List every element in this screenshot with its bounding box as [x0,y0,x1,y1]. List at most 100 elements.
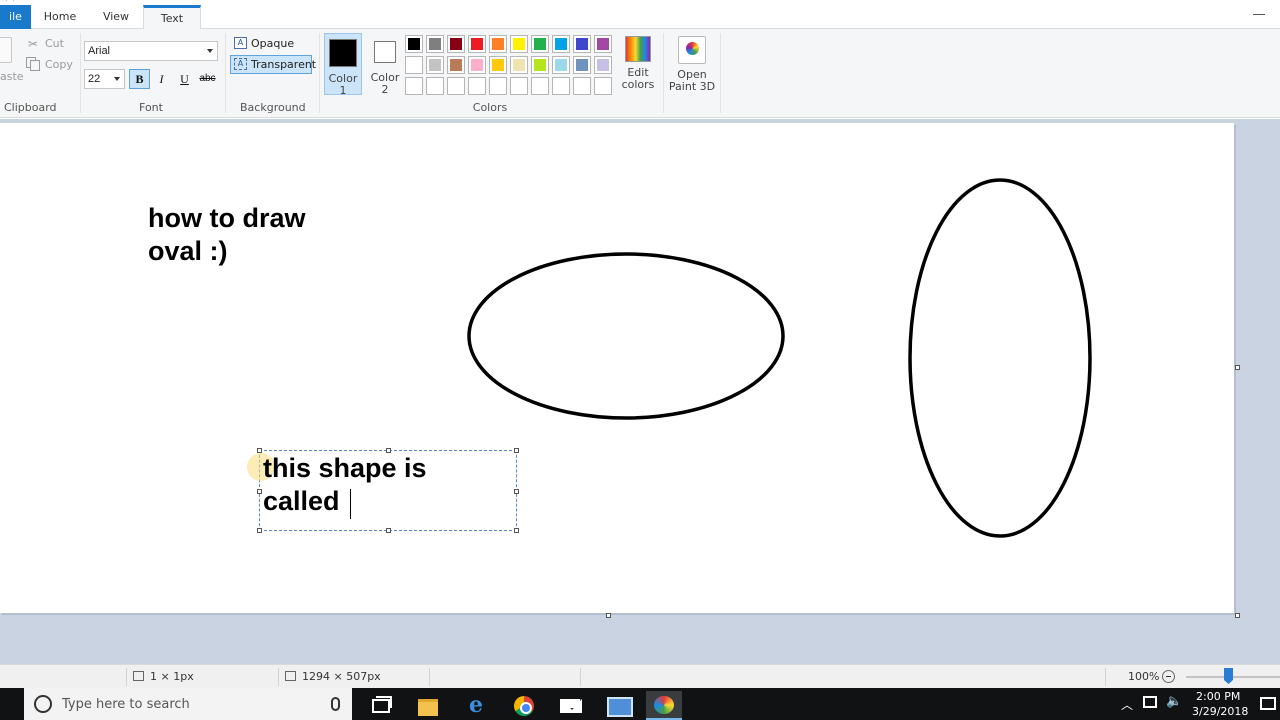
palette-color-swatch[interactable] [594,77,612,95]
resize-handle[interactable] [514,489,519,494]
opaque-button[interactable]: A Opaque [230,34,312,53]
zoom-out-button[interactable] [1162,670,1175,683]
palette-color-swatch[interactable] [510,77,528,95]
canvas-resize-handle-corner[interactable] [1235,613,1240,618]
palette-color-fill [429,80,441,92]
italic-button[interactable]: I [151,69,172,89]
transparent-button[interactable]: A Transparent [230,55,316,74]
palette-color-swatch[interactable] [426,35,444,53]
palette-color-fill [429,38,441,50]
zoom-slider-thumb[interactable] [1224,668,1233,684]
palette-color-fill [471,80,483,92]
action-center-icon[interactable] [1260,697,1276,710]
open-paint-3d-button[interactable]: Open Paint 3D [668,33,716,95]
horizontal-oval[interactable] [467,252,785,420]
resize-handle[interactable] [386,448,391,453]
underline-button[interactable]: U [174,69,195,89]
palette-color-swatch[interactable] [531,77,549,95]
paste-icon[interactable] [0,37,12,63]
palette-color-swatch[interactable] [594,56,612,74]
show-hidden-icons-icon[interactable]: ︿ [1121,696,1133,713]
volume-icon[interactable]: 🔈 [1166,694,1182,709]
group-divider [80,33,81,113]
drawing-canvas[interactable]: how to draw oval :) this shape is called [0,123,1234,613]
file-explorer-icon[interactable] [410,691,446,720]
copy-button[interactable]: Copy [45,58,73,71]
resize-handle[interactable] [257,489,262,494]
palette-color-fill [534,38,546,50]
color-2-button[interactable]: Color 2 [366,33,404,96]
palette-color-swatch[interactable] [468,35,486,53]
palette-color-swatch[interactable] [405,77,423,95]
palette-color-swatch[interactable] [552,77,570,95]
palette-color-swatch[interactable] [489,77,507,95]
palette-color-swatch[interactable] [510,56,528,74]
palette-color-swatch[interactable] [552,35,570,53]
cortana-icon[interactable] [34,695,52,713]
minimize-ribbon-button[interactable] [1252,6,1266,20]
tab-file[interactable]: ile [0,5,31,29]
resize-handle[interactable] [514,448,519,453]
clock-date[interactable]: 3/29/2018 [1192,705,1248,718]
font-size-select[interactable]: 22 [84,69,125,89]
edge-icon[interactable]: e [458,691,494,720]
palette-color-swatch[interactable] [573,35,591,53]
paint-window: ▾ ▾ ile Home View Text aste ✂ Cut Copy C… [0,0,1280,720]
palette-color-fill [450,80,462,92]
palette-color-swatch[interactable] [573,56,591,74]
canvas-size: 1294 × 507px [285,670,381,683]
palette-color-swatch[interactable] [489,56,507,74]
color-1-button[interactable]: Color 1 [324,33,362,97]
task-view-icon[interactable] [364,691,400,720]
bold-button[interactable]: B [129,69,150,89]
mail-icon[interactable] [553,691,589,720]
cut-button[interactable]: Cut [45,37,64,50]
tab-view[interactable]: View [89,5,143,29]
palette-color-swatch[interactable] [552,56,570,74]
palette-color-swatch[interactable] [531,56,549,74]
palette-color-swatch[interactable] [447,56,465,74]
tab-text[interactable]: Text [143,5,201,30]
edit-colors-button[interactable]: Edit colors [620,33,656,95]
canvas-heading-line-2: oval :) [148,236,228,266]
palette-color-swatch[interactable] [531,35,549,53]
palette-color-swatch[interactable] [447,77,465,95]
taskbar-search[interactable]: Type here to search [24,688,352,720]
palette-color-swatch[interactable] [489,35,507,53]
microphone-icon[interactable] [331,697,340,711]
tab-home[interactable]: Home [31,5,89,29]
zoom-slider[interactable] [1186,676,1280,678]
paste-button[interactable]: aste [0,70,24,83]
palette-color-fill [429,59,441,71]
text-box[interactable]: this shape is called [247,448,519,533]
palette-color-swatch[interactable] [468,77,486,95]
text-caret [350,489,351,519]
palette-color-swatch[interactable] [426,56,444,74]
palette-color-swatch[interactable] [468,56,486,74]
canvas-resize-handle-right[interactable] [1235,365,1240,370]
clock-time[interactable]: 2:00 PM [1196,690,1240,703]
resize-handle[interactable] [257,528,262,533]
palette-color-swatch[interactable] [405,56,423,74]
strikethrough-button[interactable]: abc [197,69,218,89]
selection-icon [133,671,144,681]
resize-handle[interactable] [386,528,391,533]
text-box-line-2: called [263,486,340,516]
palette-color-swatch[interactable] [447,35,465,53]
resize-handle[interactable] [514,528,519,533]
palette-color-swatch[interactable] [510,35,528,53]
paint-3d-label-line2: Paint 3D [668,80,716,93]
quick-access-toolbar[interactable]: ▾ ▾ [4,0,40,4]
remote-desktop-icon[interactable] [600,691,636,720]
chrome-icon[interactable] [506,691,542,720]
palette-color-swatch[interactable] [426,77,444,95]
palette-color-swatch[interactable] [573,77,591,95]
canvas-resize-handle-bottom[interactable] [606,613,611,618]
palette-color-swatch[interactable] [594,35,612,53]
vertical-oval[interactable] [908,178,1092,538]
resize-handle[interactable] [257,448,262,453]
font-family-select[interactable]: Arial [84,41,218,61]
palette-color-swatch[interactable] [405,35,423,53]
network-icon[interactable] [1143,696,1157,708]
paint-app-icon[interactable] [646,691,682,720]
